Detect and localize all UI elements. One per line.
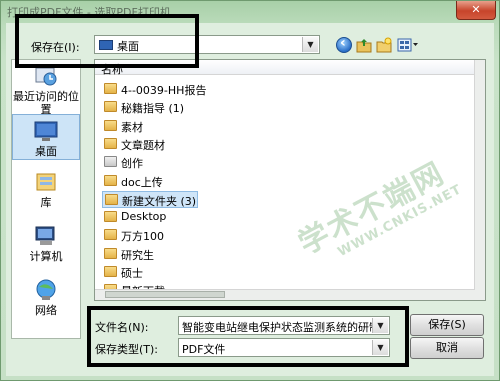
list-item[interactable]: 创作 xyxy=(102,154,252,171)
computer-icon xyxy=(33,224,59,248)
list-item-label: 万方100 xyxy=(121,230,164,244)
close-button[interactable]: ✕ xyxy=(456,1,496,20)
up-folder-icon[interactable] xyxy=(356,37,372,53)
cancel-button[interactable]: 取消 xyxy=(410,337,484,359)
place-label: 桌面 xyxy=(35,145,57,158)
view-menu-icon[interactable] xyxy=(397,37,419,53)
list-item-label: doc上传 xyxy=(121,175,163,189)
shortcut-folder-icon xyxy=(104,156,117,168)
list-item[interactable]: 素材 xyxy=(102,118,252,135)
horizontal-scrollbar[interactable] xyxy=(95,289,475,300)
network-icon xyxy=(33,278,59,302)
folder-icon xyxy=(104,211,117,223)
list-item[interactable]: doc上传 xyxy=(102,173,252,190)
list-item[interactable]: 新建文件夹 (3) xyxy=(102,190,198,208)
back-arrow-icon[interactable] xyxy=(336,35,352,53)
list-item-label: 秘籍指导 (1) xyxy=(121,102,185,116)
libraries-icon xyxy=(33,170,59,194)
list-item-label: 创作 xyxy=(121,157,143,171)
list-item[interactable]: 文章题材 xyxy=(102,136,252,153)
list-item[interactable]: 研究生 xyxy=(102,246,252,263)
list-item[interactable]: 4--0039-HH报告 xyxy=(102,81,252,98)
places-bar: 最近访问的位置 桌面 库 计算机 网络 xyxy=(11,59,81,339)
save-dialog-window: 打印成PDF文件 - 选取PDF打印机 ✕ 保存在(I): 桌面 ▼ ‹ 最近访… xyxy=(0,0,500,381)
folder-icon xyxy=(104,101,117,113)
folder-icon xyxy=(104,119,117,131)
folder-icon xyxy=(104,174,117,186)
place-label: 库 xyxy=(40,196,52,209)
place-network[interactable]: 网络 xyxy=(12,278,80,317)
list-item-label: 4--0039-HH报告 xyxy=(121,84,207,97)
vertical-scrollbar[interactable] xyxy=(474,60,485,300)
file-list[interactable]: 名称 4--0039-HH报告 秘籍指导 (1) 素材 文章题材 创作 doc上传 新建文件… xyxy=(94,59,486,301)
list-item-label: 硕士 xyxy=(121,267,143,280)
list-item-label: 文章题材 xyxy=(121,138,165,152)
chevron-down-icon[interactable]: ▼ xyxy=(302,37,318,52)
save-button[interactable]: 保存(S) xyxy=(410,314,484,336)
folder-icon xyxy=(104,83,117,94)
folder-icon xyxy=(104,137,117,149)
place-desktop[interactable]: 桌面 xyxy=(12,114,80,160)
scrollbar-thumb[interactable] xyxy=(105,291,225,298)
place-label: 计算机 xyxy=(29,250,63,263)
folder-icon xyxy=(104,266,117,277)
desktop-icon xyxy=(33,119,59,143)
place-label: 最近访问的位置 xyxy=(13,90,79,116)
list-item[interactable]: 万方100 xyxy=(102,227,252,244)
place-recent[interactable]: 最近访问的位置 xyxy=(12,64,80,116)
list-item-label: Desktop xyxy=(121,210,167,224)
list-item[interactable]: 秘籍指导 (1) xyxy=(102,99,252,116)
place-label: 网络 xyxy=(35,304,57,317)
list-item-label: 研究生 xyxy=(121,248,154,262)
place-computer[interactable]: 计算机 xyxy=(12,224,80,263)
highlight-box-filename xyxy=(87,306,409,367)
list-item[interactable]: Desktop xyxy=(102,209,252,226)
folder-icon xyxy=(104,247,117,259)
new-folder-icon[interactable] xyxy=(376,37,392,53)
folder-icon xyxy=(104,229,117,241)
list-item-label: 素材 xyxy=(121,120,143,134)
highlight-box-look-in xyxy=(15,14,199,68)
folder-icon xyxy=(105,193,118,205)
list-item-label: 新建文件夹 (3) xyxy=(122,194,197,208)
list-item[interactable]: 硕士 xyxy=(102,264,252,281)
place-libraries[interactable]: 库 xyxy=(12,170,80,209)
